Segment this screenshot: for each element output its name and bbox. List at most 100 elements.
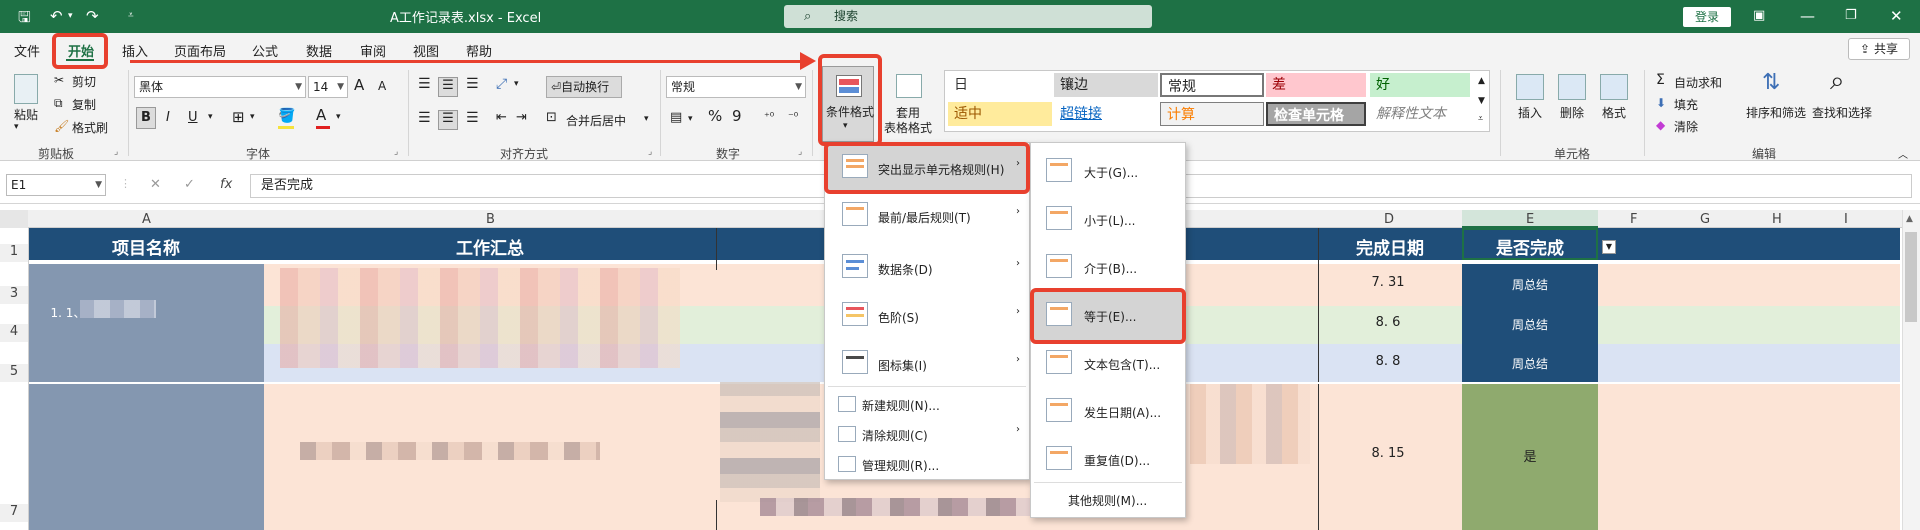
cell-e3[interactable]: 周总结 <box>1480 276 1580 293</box>
column-header-b[interactable]: B <box>486 212 495 227</box>
column-header-a[interactable]: A <box>142 212 151 227</box>
cut-icon[interactable]: ✂ <box>54 73 64 87</box>
sort-filter-icon[interactable]: ⇅ <box>1762 70 1780 95</box>
align-right-icon[interactable]: ☰ <box>466 110 479 126</box>
tab-review[interactable]: 审阅 <box>360 41 386 60</box>
number-launcher-icon[interactable]: ⌟ <box>798 147 802 157</box>
fill-icon[interactable]: ⬇ <box>1656 96 1666 110</box>
column-header-i[interactable]: I <box>1844 212 1848 227</box>
cell-e5[interactable]: 周总结 <box>1480 355 1580 372</box>
fill-button[interactable]: 填充 <box>1674 96 1698 113</box>
fill-color-icon[interactable]: 🪣 <box>278 108 295 124</box>
delete-cells-icon[interactable] <box>1558 74 1586 100</box>
tab-page-layout[interactable]: 页面布局 <box>174 41 226 60</box>
cf-item-color-scales[interactable]: 色阶(S) <box>878 309 919 326</box>
borders-dropdown-icon[interactable]: ▾ <box>250 112 255 122</box>
save-icon[interactable]: 🖫 <box>18 7 31 32</box>
redo-icon[interactable]: ↷ <box>86 7 99 25</box>
sub-item-duplicate-values[interactable]: 重复值(D)... <box>1084 452 1150 469</box>
style-cell[interactable]: 日 <box>948 73 1052 97</box>
decrease-indent-icon[interactable]: ⇤ <box>496 110 507 125</box>
row-header-4[interactable]: 4 <box>0 324 28 342</box>
shrink-font-button[interactable]: A <box>378 79 386 93</box>
style-cell[interactable]: 差 <box>1266 73 1366 97</box>
cell-e4[interactable]: 周总结 <box>1480 316 1580 333</box>
row-header-1[interactable]: 1 <box>0 244 28 262</box>
cancel-icon[interactable]: ✕ <box>150 177 161 192</box>
undo-dropdown-icon[interactable]: ▾ <box>68 11 73 21</box>
copy-icon[interactable]: ⧉ <box>54 96 63 111</box>
tab-formulas[interactable]: 公式 <box>252 41 278 60</box>
tab-view[interactable]: 视图 <box>413 41 439 60</box>
cell-d4[interactable]: 8. 6 <box>1348 315 1428 330</box>
autosum-button[interactable]: 自动求和 <box>1674 74 1722 91</box>
row-header-3[interactable]: 3 <box>0 286 28 304</box>
align-left-icon[interactable]: ☰ <box>418 110 431 126</box>
cell-e6[interactable]: 是 <box>1480 446 1580 465</box>
format-cells-button[interactable]: 格式 <box>1602 104 1626 121</box>
insert-cells-icon[interactable] <box>1516 74 1544 100</box>
sort-filter-button[interactable]: 排序和筛选 <box>1746 104 1806 121</box>
tab-insert[interactable]: 插入 <box>122 41 148 60</box>
sub-item-date-occurring[interactable]: 发生日期(A)... <box>1084 404 1161 421</box>
merge-center-icon[interactable]: ⊡ <box>546 110 557 125</box>
sub-item-greater-than[interactable]: 大于(G)... <box>1084 164 1138 181</box>
accounting-dropdown-icon[interactable]: ▾ <box>688 114 693 124</box>
scroll-thumb[interactable] <box>1905 232 1917 322</box>
orientation-icon[interactable]: ⤢ <box>496 76 507 92</box>
cell-d5[interactable]: 8. 8 <box>1348 354 1428 369</box>
format-as-table-icon[interactable] <box>896 74 922 98</box>
format-as-table-button-2[interactable]: 表格格式 <box>884 119 932 136</box>
row-header-5[interactable]: 5 <box>0 364 28 382</box>
paste-dropdown-icon[interactable]: ▾ <box>14 122 19 132</box>
font-color-dropdown-icon[interactable]: ▾ <box>336 112 341 122</box>
sub-item-more-rules[interactable]: 其他规则(M)... <box>1068 492 1147 509</box>
style-cell[interactable]: 常规 <box>1160 73 1264 97</box>
align-middle-icon[interactable]: ☰ <box>438 77 458 97</box>
format-painter-button[interactable]: 格式刷 <box>72 119 108 136</box>
ribbon-display-icon[interactable]: ▣ <box>1753 8 1765 23</box>
wrap-text-button[interactable]: ⏎自动换行 <box>546 76 622 98</box>
cell-a3[interactable]: 1. 1、 <box>38 304 98 321</box>
copy-button[interactable]: 复制 <box>72 96 96 113</box>
insert-function-icon[interactable]: fx <box>220 177 232 192</box>
underline-button[interactable]: U <box>188 110 198 125</box>
cell-d6[interactable]: 8. 15 <box>1348 446 1428 461</box>
undo-icon[interactable]: ↶ <box>50 7 63 25</box>
grow-font-button[interactable]: A <box>354 76 364 94</box>
cf-item-clear-rules[interactable]: 清除规则(C) <box>862 427 928 444</box>
font-color-button[interactable]: A <box>316 106 326 124</box>
paste-icon[interactable] <box>14 74 38 104</box>
select-all-corner[interactable] <box>0 210 28 228</box>
scroll-up-icon[interactable]: ▲ <box>1906 214 1913 224</box>
minimize-icon[interactable]: — <box>1800 7 1815 25</box>
find-select-icon[interactable]: ⌕ <box>1830 66 1845 97</box>
restore-icon[interactable]: ❐ <box>1845 8 1857 23</box>
style-cell[interactable]: 检查单元格 <box>1266 102 1366 126</box>
bold-button[interactable]: B <box>136 107 156 129</box>
style-cell[interactable]: 解释性文本 <box>1370 102 1470 126</box>
borders-icon[interactable]: ⊞ <box>232 108 245 126</box>
cf-item-top-bottom-rules[interactable]: 最前/最后规则(T) <box>878 209 971 226</box>
underline-dropdown-icon[interactable]: ▾ <box>208 112 213 122</box>
cut-button[interactable]: 剪切 <box>72 73 96 90</box>
increase-decimal-icon[interactable]: ⁺⁰ <box>764 110 774 123</box>
column-header-d[interactable]: D <box>1384 212 1394 227</box>
close-icon[interactable]: ✕ <box>1890 7 1903 25</box>
cf-item-icon-sets[interactable]: 图标集(I) <box>878 357 927 374</box>
collapse-ribbon-icon[interactable]: ︿ <box>1898 146 1908 161</box>
alignment-launcher-icon[interactable]: ⌟ <box>648 147 652 157</box>
cf-item-data-bars[interactable]: 数据条(D) <box>878 261 933 278</box>
font-launcher-icon[interactable]: ⌟ <box>394 147 398 157</box>
customize-toolbar-icon[interactable]: ⩡ <box>128 10 134 21</box>
align-bottom-icon[interactable]: ☰ <box>466 76 479 92</box>
clear-button[interactable]: 清除 <box>1674 118 1698 135</box>
find-select-button[interactable]: 查找和选择 <box>1812 104 1872 121</box>
delete-cells-button[interactable]: 删除 <box>1560 104 1584 121</box>
format-painter-icon[interactable]: 🖌 <box>54 119 69 133</box>
accounting-format-icon[interactable]: ▤ <box>670 110 682 125</box>
decrease-decimal-icon[interactable]: ⁻⁰ <box>788 110 798 123</box>
tab-help[interactable]: 帮助 <box>466 41 492 60</box>
merge-dropdown-icon[interactable]: ▾ <box>644 114 649 124</box>
merge-center-button[interactable]: 合并后居中 <box>566 112 626 129</box>
